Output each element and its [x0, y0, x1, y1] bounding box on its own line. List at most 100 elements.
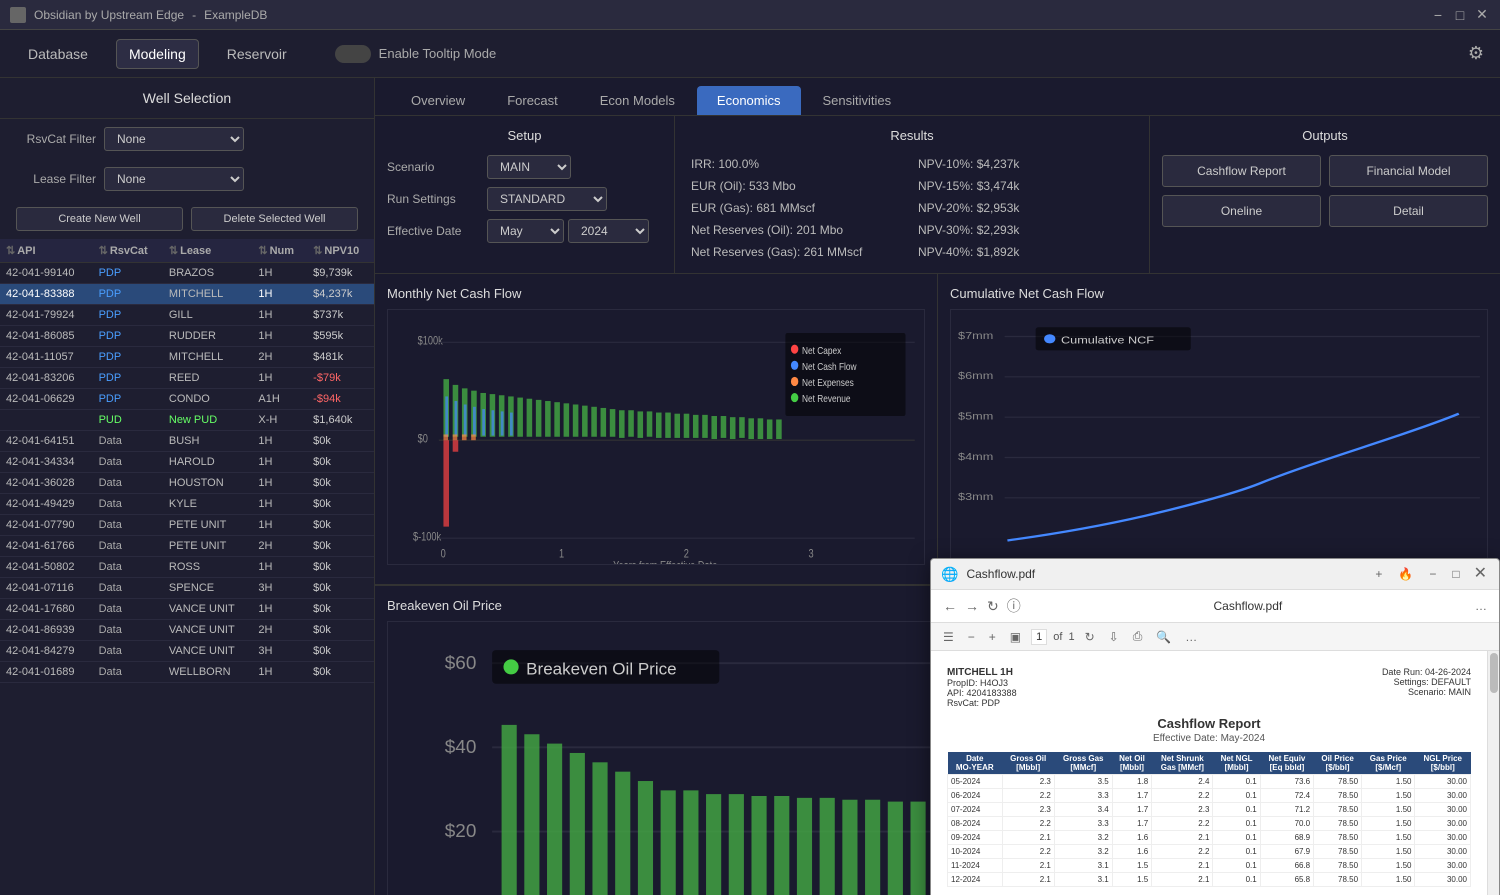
pdf-fit-btn[interactable]: ▣: [1006, 628, 1025, 646]
table-row[interactable]: 42-041-86085 PDP RUDDER 1H $595k: [0, 326, 374, 347]
pdf-maximize-btn[interactable]: □: [1448, 565, 1463, 583]
pdf-zoom-in-btn[interactable]: +: [985, 628, 1000, 646]
pdf-scrollbar[interactable]: [1487, 651, 1499, 895]
cell-rsvcat: Data: [93, 641, 163, 662]
pdf-menu-btn[interactable]: ☰: [939, 628, 958, 646]
table-row[interactable]: 42-041-61766 Data PETE UNIT 2H $0k: [0, 536, 374, 557]
maximize-btn[interactable]: □: [1452, 7, 1468, 23]
app-name: Obsidian by Upstream Edge: [34, 8, 184, 22]
pdf-table-row: 11-20242.13.11.52.10.166.878.501.5030.00: [948, 859, 1471, 873]
cashflow-report-button[interactable]: Cashflow Report: [1162, 155, 1321, 187]
nav-reservoir[interactable]: Reservoir: [215, 40, 299, 68]
pdf-info-btn[interactable]: ⓘ: [1003, 594, 1025, 618]
cell-lease: BUSH: [163, 431, 252, 452]
cell-lease: ROSS: [163, 557, 252, 578]
svg-text:Net Capex: Net Capex: [802, 344, 842, 356]
settings-icon[interactable]: ⚙: [1468, 43, 1484, 64]
pdf-back-btn[interactable]: ←: [939, 596, 961, 616]
cell-lease: MITCHELL: [163, 347, 252, 368]
table-row[interactable]: 42-041-83206 PDP REED 1H -$79k: [0, 368, 374, 389]
col-rsvcat[interactable]: ⇅RsvCat: [93, 239, 163, 263]
pdf-refresh-btn[interactable]: ↻: [983, 596, 1003, 617]
tab-econ-models[interactable]: Econ Models: [580, 86, 695, 115]
table-row[interactable]: 42-041-01689 Data WELLBORN 1H $0k: [0, 662, 374, 683]
tab-sensitivities[interactable]: Sensitivities: [803, 86, 912, 115]
tab-forecast[interactable]: Forecast: [487, 86, 578, 115]
pdf-forward-btn[interactable]: →: [961, 596, 983, 616]
nav-database[interactable]: Database: [16, 40, 100, 68]
delete-well-button[interactable]: Delete Selected Well: [191, 207, 358, 231]
run-settings-select[interactable]: STANDARD: [487, 187, 607, 211]
table-row[interactable]: 42-041-64151 Data BUSH 1H $0k: [0, 431, 374, 452]
cumulative-ncf-chart: Cumulative Net Cash Flow $7mm $6mm $5mm …: [938, 274, 1500, 584]
create-well-button[interactable]: Create New Well: [16, 207, 183, 231]
tooltip-toggle[interactable]: [335, 45, 371, 63]
svg-text:$40: $40: [445, 736, 477, 757]
col-npv10[interactable]: ⇅NPV10: [307, 239, 374, 263]
window-controls: − □ ✕: [1430, 7, 1490, 23]
table-row[interactable]: 42-041-49429 Data KYLE 1H $0k: [0, 494, 374, 515]
col-api[interactable]: ⇅API: [0, 239, 93, 263]
table-row[interactable]: 42-041-17680 Data VANCE UNIT 1H $0k: [0, 599, 374, 620]
pdf-close-btn[interactable]: ✕: [1472, 566, 1489, 582]
year-select[interactable]: 2024: [568, 219, 649, 243]
pdf-popup: 🌐 Cashflow.pdf + 🔥 − □ ✕ ←: [930, 558, 1500, 895]
table-row[interactable]: 42-041-99140 PDP BRAZOS 1H $9,739k: [0, 263, 374, 284]
cell-rsvcat: Data: [93, 473, 163, 494]
table-row[interactable]: 42-041-06629 PDP CONDO A1H -$94k: [0, 389, 374, 410]
pdf-download-btn[interactable]: ⇩: [1105, 628, 1123, 646]
pdf-rotate-btn[interactable]: ↻: [1081, 628, 1099, 646]
cell-api: 42-041-49429: [0, 494, 93, 515]
cell-num: A1H: [252, 389, 307, 410]
table-row[interactable]: 42-041-07790 Data PETE UNIT 1H $0k: [0, 515, 374, 536]
cell-rsvcat: Data: [93, 494, 163, 515]
table-row[interactable]: 42-041-36028 Data HOUSTON 1H $0k: [0, 473, 374, 494]
well-selection-title: Well Selection: [0, 78, 374, 119]
results-title: Results: [687, 128, 1137, 143]
cell-npv10: $0k: [307, 431, 374, 452]
result-net-res-oil: Net Reserves (Oil): 201 Mbo: [687, 221, 910, 239]
table-row[interactable]: 42-041-84279 Data VANCE UNIT 3H $0k: [0, 641, 374, 662]
cell-rsvcat: PDP: [93, 326, 163, 347]
pdf-table-row: 10-20242.23.21.62.20.167.978.501.5030.00: [948, 845, 1471, 859]
lease-filter-select[interactable]: None: [104, 167, 244, 191]
close-btn[interactable]: ✕: [1474, 7, 1490, 23]
cell-api: 42-041-50802: [0, 557, 93, 578]
financial-model-button[interactable]: Financial Model: [1329, 155, 1488, 187]
pdf-page-current: 1: [1031, 629, 1047, 645]
table-row[interactable]: 42-041-86939 Data VANCE UNIT 2H $0k: [0, 620, 374, 641]
col-lease[interactable]: ⇅Lease: [163, 239, 252, 263]
cumulative-ncf-title: Cumulative Net Cash Flow: [950, 286, 1488, 301]
tab-overview[interactable]: Overview: [391, 86, 485, 115]
table-row[interactable]: 42-041-50802 Data ROSS 1H $0k: [0, 557, 374, 578]
pdf-zoom-out-btn[interactable]: −: [964, 628, 979, 646]
rsv-filter-select[interactable]: None: [104, 127, 244, 151]
pdf-new-tab-btn[interactable]: +: [1371, 565, 1386, 583]
oneline-button[interactable]: Oneline: [1162, 195, 1321, 227]
col-num[interactable]: ⇅Num: [252, 239, 307, 263]
detail-button[interactable]: Detail: [1329, 195, 1488, 227]
month-select[interactable]: May: [487, 219, 564, 243]
table-row[interactable]: 42-041-83388 PDP MITCHELL 1H $4,237k: [0, 284, 374, 305]
pdf-search-btn[interactable]: 🔍: [1152, 628, 1175, 646]
scenario-select[interactable]: MAIN: [487, 155, 571, 179]
table-row[interactable]: 42-041-07116 Data SPENCE 3H $0k: [0, 578, 374, 599]
table-row[interactable]: PUD New PUD X-H $1,640k: [0, 410, 374, 431]
result-npv40: NPV-40%: $1,892k: [914, 243, 1137, 261]
cell-num: 1H: [252, 515, 307, 536]
pdf-more-btn[interactable]: …: [1471, 597, 1491, 615]
right-panel: Overview Forecast Econ Models Economics …: [375, 78, 1500, 895]
outputs-grid: Cashflow Report Financial Model Oneline …: [1162, 155, 1488, 227]
table-row[interactable]: 42-041-11057 PDP MITCHELL 2H $481k: [0, 347, 374, 368]
pdf-print-btn[interactable]: ⎙: [1129, 627, 1147, 646]
pdf-toolbar: ☰ − + ▣ 1 of 1 ↻ ⇩ ⎙: [931, 623, 1499, 651]
nav-modeling[interactable]: Modeling: [116, 39, 199, 69]
pdf-table-row: 12-20242.13.11.52.10.165.878.501.5030.00: [948, 873, 1471, 887]
table-row[interactable]: 42-041-34334 Data HAROLD 1H $0k: [0, 452, 374, 473]
pdf-more2-btn[interactable]: …: [1181, 628, 1201, 646]
minimize-btn[interactable]: −: [1430, 7, 1446, 23]
tab-economics[interactable]: Economics: [697, 86, 801, 115]
pdf-content[interactable]: MITCHELL 1H PropID: H4OJ3 API: 420418338…: [931, 651, 1487, 895]
pdf-minimize-btn[interactable]: −: [1425, 565, 1440, 583]
table-row[interactable]: 42-041-79924 PDP GILL 1H $737k: [0, 305, 374, 326]
